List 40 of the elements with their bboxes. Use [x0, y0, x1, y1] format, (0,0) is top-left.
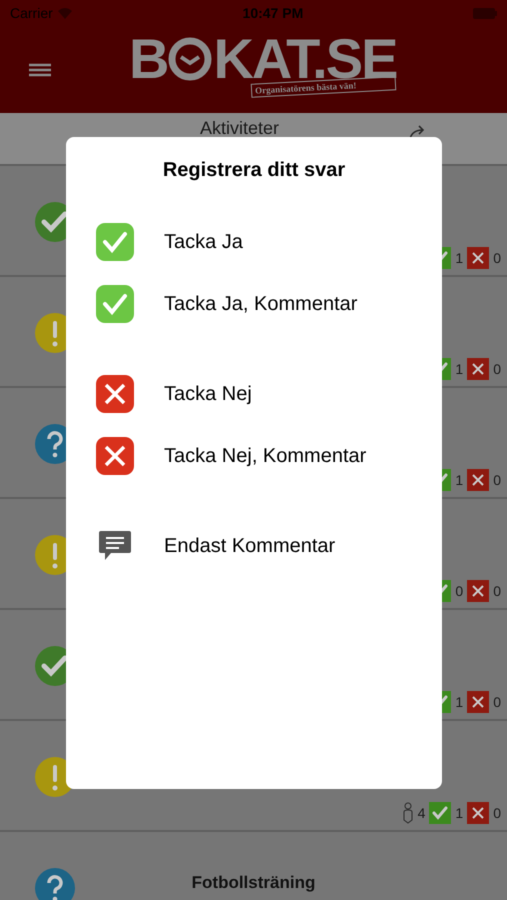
check-icon: [96, 285, 134, 323]
clock-time: 10:47 PM: [242, 4, 304, 22]
yes-count: 1: [455, 360, 464, 378]
carrier-label: Carrier: [10, 4, 53, 22]
cross-icon: [467, 247, 490, 269]
yes-count: 1: [455, 470, 464, 490]
response-option[interactable]: Tacka Ja: [66, 211, 442, 273]
wifi-icon: [56, 7, 73, 19]
response-option[interactable]: Tacka Ja, Kommentar: [66, 273, 442, 335]
person-icon: [402, 802, 414, 824]
check-icon: [429, 802, 452, 824]
no-count: 0: [493, 692, 501, 712]
yes-count: 1: [455, 692, 464, 712]
no-count: 0: [493, 470, 501, 490]
cross-icon: [467, 358, 490, 380]
check-icon: [96, 223, 134, 261]
no-count: 0: [493, 582, 501, 600]
cross-icon: [96, 375, 134, 413]
battery-icon: [472, 8, 497, 18]
cross-icon: [467, 802, 490, 824]
yes-count: 1: [455, 804, 464, 822]
no-count: 0: [493, 804, 501, 822]
clock-icon: [168, 37, 212, 81]
menu-icon: [29, 63, 51, 77]
response-option[interactable]: Endast Kommentar: [66, 515, 442, 577]
response-option[interactable]: Tacka Nej: [66, 363, 442, 425]
cross-icon: [467, 580, 490, 602]
cross-icon: [467, 691, 490, 713]
cross-icon: [467, 469, 490, 491]
yes-count: 1: [455, 248, 464, 268]
cross-icon: [96, 437, 134, 475]
no-count: 0: [493, 248, 501, 268]
page-title: Aktiviteter: [200, 117, 280, 140]
yes-count: 0: [455, 582, 464, 600]
no-count: 0: [493, 360, 501, 378]
logo-text: B: [129, 34, 168, 84]
response-option[interactable]: Tacka Nej, Kommentar: [66, 425, 442, 487]
dialog-title: Registrera ditt svar: [162, 158, 346, 183]
attendee-count: 4: [418, 804, 426, 822]
activity-title: Fotbollsträning: [190, 872, 316, 894]
